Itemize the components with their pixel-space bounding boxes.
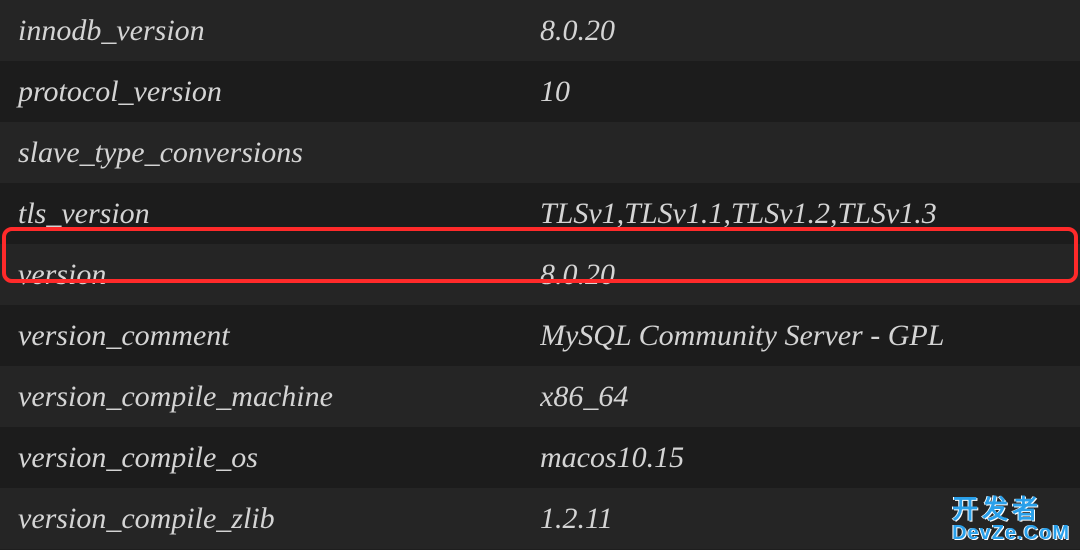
table-row[interactable]: version_compile_machine x86_64 bbox=[0, 366, 1080, 427]
table-row-highlighted[interactable]: version 8.0.20 bbox=[0, 244, 1080, 305]
variable-value: TLSv1,TLSv1.1,TLSv1.2,TLSv1.3 bbox=[540, 197, 1080, 231]
variable-name: innodb_version bbox=[0, 14, 540, 48]
variable-name: slave_type_conversions bbox=[0, 136, 540, 170]
table-row[interactable]: slave_type_conversions bbox=[0, 122, 1080, 183]
table-row[interactable]: protocol_version 10 bbox=[0, 61, 1080, 122]
variable-value: 8.0.20 bbox=[540, 14, 1080, 48]
table-row[interactable]: version_compile_zlib 1.2.11 bbox=[0, 488, 1080, 549]
variable-name: tls_version bbox=[0, 197, 540, 231]
variable-value: MySQL Community Server - GPL bbox=[540, 319, 1080, 353]
variable-name: version_comment bbox=[0, 319, 540, 353]
table-row[interactable]: innodb_version 8.0.20 bbox=[0, 0, 1080, 61]
variable-name: version_compile_os bbox=[0, 441, 540, 475]
variable-value: macos10.15 bbox=[540, 441, 1080, 475]
variable-value: 10 bbox=[540, 75, 1080, 109]
variables-table: innodb_version 8.0.20 protocol_version 1… bbox=[0, 0, 1080, 549]
table-row[interactable]: tls_version TLSv1,TLSv1.1,TLSv1.2,TLSv1.… bbox=[0, 183, 1080, 244]
variable-name: version_compile_machine bbox=[0, 380, 540, 414]
variable-value: 8.0.20 bbox=[540, 258, 1080, 292]
variable-value: x86_64 bbox=[540, 380, 1080, 414]
watermark-line1: 开发者 bbox=[952, 496, 1070, 523]
variable-name: version bbox=[0, 258, 540, 292]
variable-name: protocol_version bbox=[0, 75, 540, 109]
watermark-line2: DevZe.CoM bbox=[952, 523, 1070, 544]
variable-name: version_compile_zlib bbox=[0, 502, 540, 536]
watermark: 开发者 DevZe.CoM bbox=[952, 496, 1070, 544]
table-row[interactable]: version_compile_os macos10.15 bbox=[0, 427, 1080, 488]
table-row[interactable]: version_comment MySQL Community Server -… bbox=[0, 305, 1080, 366]
